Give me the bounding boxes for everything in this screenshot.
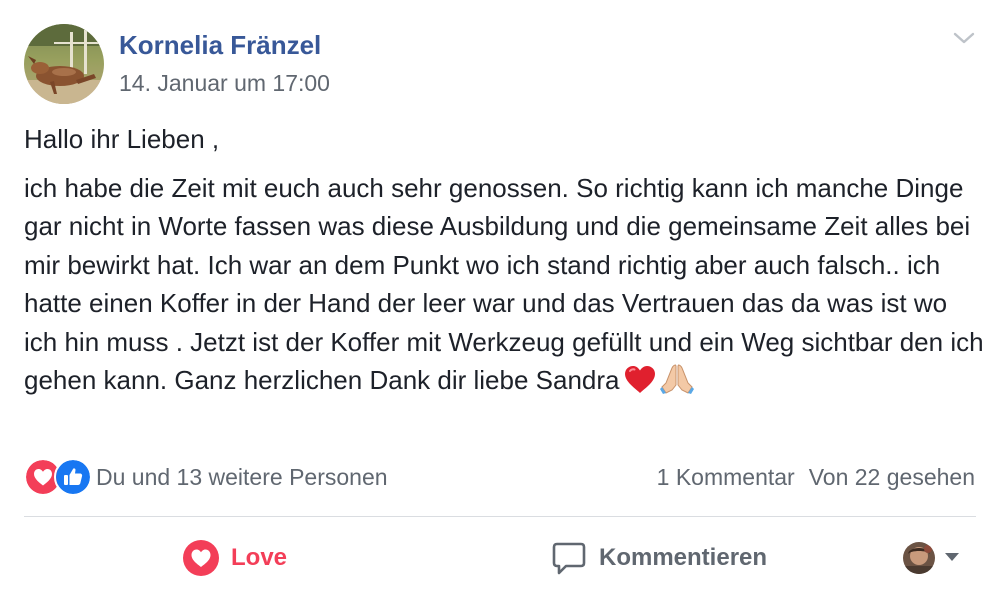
user-avatar (903, 542, 935, 574)
folded-hands-icon (659, 363, 694, 406)
love-button[interactable]: Love (183, 536, 287, 580)
post-stats: 1 Kommentar Von 22 gesehen (657, 464, 975, 491)
author-name-link[interactable]: Kornelia Fränzel (119, 30, 321, 61)
comment-icon (551, 540, 587, 576)
like-reaction-icon (54, 458, 92, 496)
love-button-label: Love (231, 544, 288, 571)
love-icon (183, 540, 219, 576)
react-as-selector[interactable] (903, 542, 960, 574)
comments-count-link[interactable]: 1 Kommentar (657, 464, 795, 490)
caret-down-icon (944, 549, 960, 567)
reactions-text[interactable]: Du und 13 weitere Personen (96, 464, 388, 491)
facebook-post: Kornelia Fränzel 14. Januar um 17:00 Hal… (0, 0, 1000, 598)
views-count-link[interactable]: Von 22 gesehen (809, 464, 975, 490)
avatar-image (24, 24, 104, 104)
comment-button-label: Kommentieren (599, 544, 768, 571)
post-body-text: ich habe die Zeit mit euch auch sehr gen… (24, 172, 984, 396)
post-timestamp[interactable]: 14. Januar um 17:00 (119, 70, 330, 97)
author-avatar[interactable] (24, 24, 104, 104)
post-greeting: Hallo ihr Lieben , (24, 124, 220, 154)
heart-emoji-icon (624, 365, 656, 406)
comment-button[interactable]: Kommentieren (551, 536, 767, 580)
divider (24, 516, 976, 517)
chevron-down-icon[interactable] (952, 28, 976, 48)
post-body-paragraph: ich habe die Zeit mit euch auch sehr gen… (24, 169, 984, 406)
reactions-summary[interactable]: Du und 13 weitere Personen (24, 458, 388, 496)
post-message: Hallo ihr Lieben , ich habe die Zeit mit… (24, 120, 984, 416)
